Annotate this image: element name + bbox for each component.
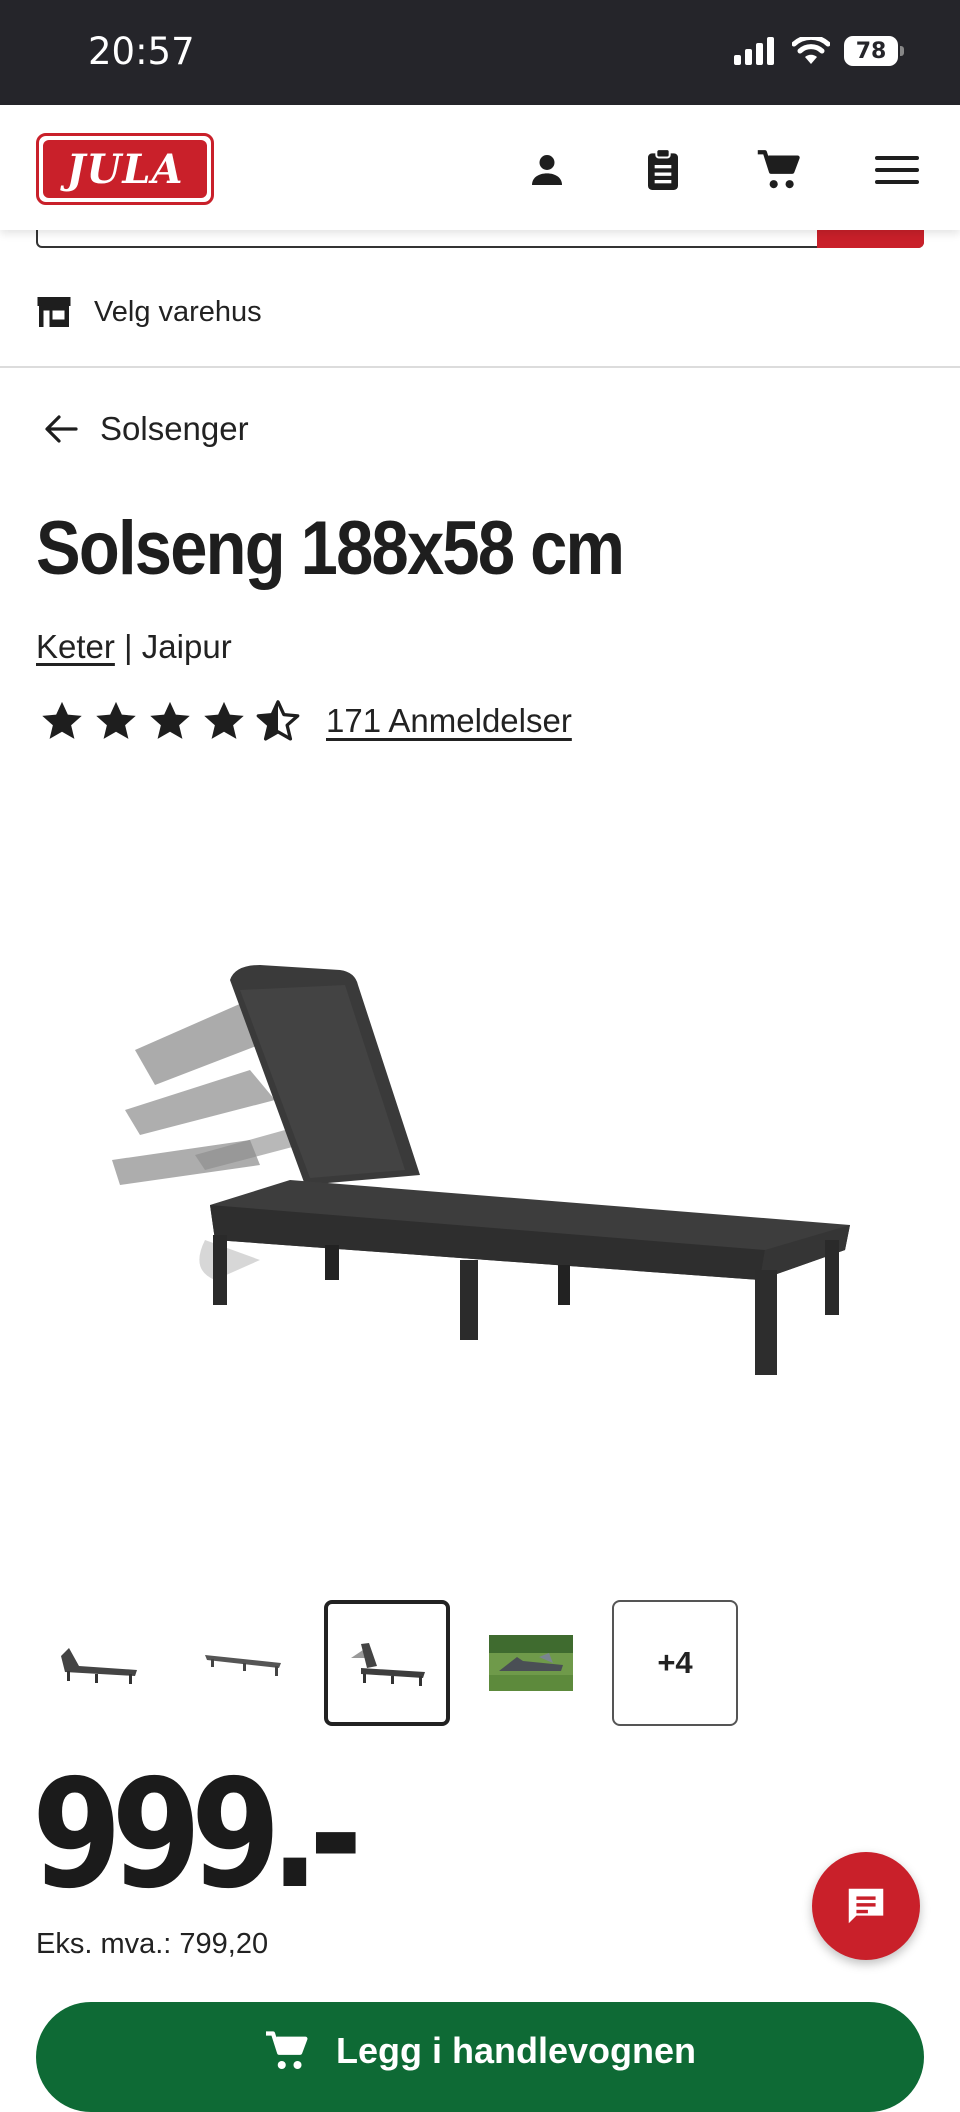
image-thumbnails: +4 [36,1600,738,1726]
status-indicators: 78 [734,36,904,66]
arrow-left-icon [45,415,78,443]
chat-icon [848,1888,884,1924]
store-icon [37,297,71,327]
clock: 20:57 [88,30,195,73]
brand-separator: | [114,628,142,665]
more-images-button[interactable]: +4 [612,1600,738,1726]
rating[interactable]: 171 Anmeldelser [40,700,572,742]
star-rating [40,700,300,742]
logo-text: JULA [43,140,207,198]
signal-icon [734,37,774,65]
reviews-link[interactable]: 171 Anmeldelser [326,702,572,740]
product-title: Solseng 188x58 cm [36,506,625,591]
product-series: Jaipur [141,628,232,665]
half-star-icon [256,700,300,741]
search-bar[interactable] [36,230,924,248]
cart-icon [265,2031,308,2070]
search-button[interactable] [817,230,924,248]
wifi-icon [792,37,830,64]
jula-logo[interactable]: JULA [36,133,214,205]
cart-icon[interactable] [754,145,804,195]
divider [0,366,960,368]
brand-link[interactable]: Keter [36,628,115,665]
site-header: JULA [0,105,960,230]
store-selector[interactable]: Velg varehus [36,292,262,332]
menu-icon[interactable] [872,145,922,195]
star-icon [150,701,190,739]
back-label: Solsenger [100,410,249,447]
back-link[interactable]: Solsenger [44,410,249,448]
thumbnail[interactable] [180,1600,306,1726]
product-image[interactable] [100,940,860,1410]
store-label: Velg varehus [94,295,262,328]
price-ex-vat: Eks. mva.: 799,20 [36,1928,269,1960]
star-icon [42,701,82,739]
add-to-cart-button[interactable]: Legg i handlevognen [36,2002,924,2112]
user-icon[interactable] [522,145,572,195]
thumbnail[interactable] [36,1600,162,1726]
add-to-cart-label: Legg i handlevognen [335,2030,697,2071]
star-icon [96,701,136,739]
thumbnail-selected[interactable] [324,1600,450,1726]
shopping-list-icon[interactable] [638,145,688,195]
star-icon [204,701,244,739]
status-bar: 20:57 78 [0,0,960,105]
chat-button[interactable] [812,1852,920,1960]
product-price: 999.- [32,1748,363,1922]
battery-indicator: 78 [844,36,904,66]
thumbnail[interactable] [468,1600,594,1726]
brand-line: Keter | Jaipur [36,628,232,666]
